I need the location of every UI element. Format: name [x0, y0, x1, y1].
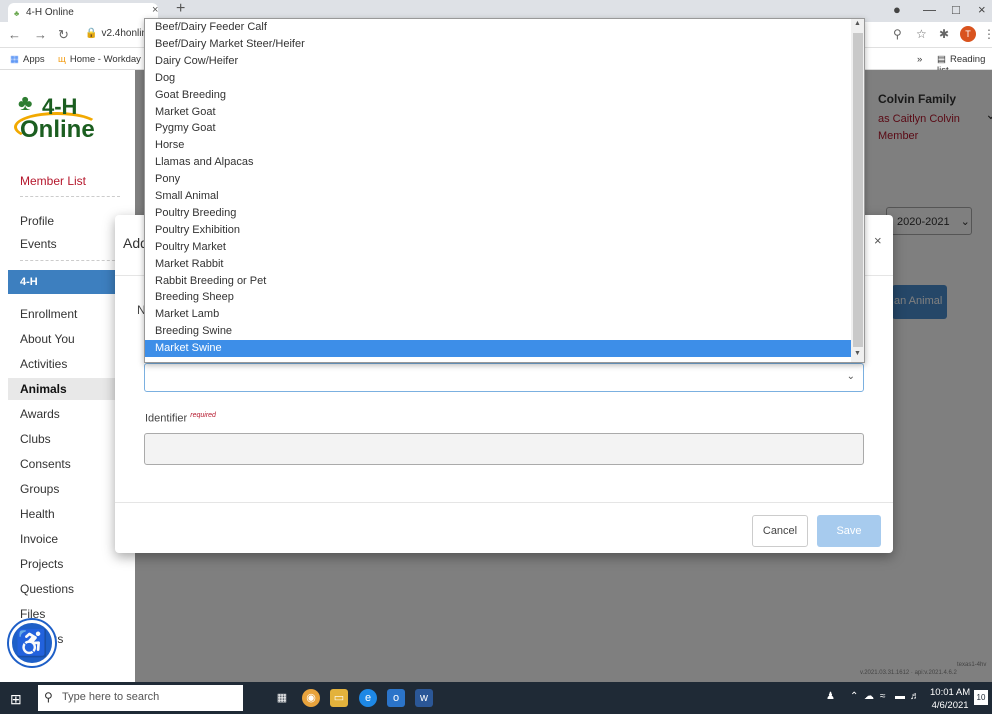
dropdown-option[interactable]: Market Lamb [145, 306, 851, 323]
dropdown-option[interactable]: Beef/Dairy Feeder Calf [145, 19, 851, 36]
sidebar-item-profile[interactable]: Profile [20, 214, 54, 228]
taskbar-search[interactable]: ⚲ Type here to search [38, 685, 243, 711]
windows-start-icon[interactable]: ⊞ [10, 691, 22, 708]
dropdown-option[interactable]: Dairy Cow/Heifer [145, 53, 851, 70]
sidebar-item-health[interactable]: Health [20, 507, 55, 521]
sidebar-item-files[interactable]: Files [20, 607, 45, 621]
tab-title: 4-H Online [26, 7, 74, 18]
identifier-label: Identifier required [145, 412, 216, 425]
dropdown-option[interactable]: Market Swine [145, 340, 851, 358]
dropdown-option[interactable]: Small Animal [145, 188, 851, 205]
search-icon: ⚲ [44, 690, 53, 704]
dropdown-option[interactable]: Market Goat [145, 104, 851, 121]
required-tag: required [190, 412, 216, 419]
reading-list-icon: ▤ [937, 54, 946, 65]
sidebar-item-invoice[interactable]: Invoice [20, 532, 58, 546]
dropdown-option[interactable]: Goat Breeding [145, 87, 851, 104]
scroll-down-icon[interactable]: ▼ [854, 350, 861, 357]
sidebar-item-enrollment[interactable]: Enrollment [20, 307, 77, 321]
sidebar-item-groups[interactable]: Groups [20, 482, 59, 496]
tray-expand-icon[interactable]: ⌃ [850, 691, 858, 702]
scrollbar-thumb[interactable] [853, 33, 863, 347]
dropdown-option[interactable]: Breeding Sheep [145, 289, 851, 306]
dropdown-option[interactable]: Breeding Swine [145, 323, 851, 340]
clover-favicon-icon: ♣ [14, 9, 20, 18]
system-clock[interactable]: 10:01 AM 4/6/2021 [930, 686, 970, 712]
dropdown-scrollbar[interactable]: ▲ ▼ [851, 19, 864, 362]
animal-type-dropdown-list[interactable]: Beef/Dairy Feeder Calf Beef/Dairy Market … [144, 18, 865, 363]
forward-icon[interactable]: → [34, 27, 47, 42]
dropdown-option[interactable]: Poultry Breeding [145, 205, 851, 222]
dropdown-option[interactable]: Market Rabbit [145, 256, 851, 273]
close-window-icon[interactable]: × [978, 2, 986, 17]
edge-icon[interactable]: e [359, 689, 377, 707]
dropdown-option[interactable]: Llamas and Alpacas [145, 154, 851, 171]
key-icon[interactable]: ⚲ [893, 27, 902, 41]
menu-dots-icon[interactable]: ⋮ [983, 27, 992, 41]
dropdown-option[interactable]: Horse [145, 137, 851, 154]
browser-tab[interactable]: ♣ 4-H Online [8, 3, 158, 22]
sidebar-item-projects[interactable]: Projects [20, 557, 63, 571]
back-icon[interactable]: ← [8, 27, 21, 42]
outlook-icon[interactable]: o [387, 689, 405, 707]
animal-type-select[interactable]: ⌄ [144, 363, 864, 392]
windows-taskbar: ⊞ ⚲ Type here to search ▦ ◉ ▭ e o w ♟ ⌃ … [0, 682, 992, 714]
network-icon[interactable]: ≈ [880, 691, 886, 702]
task-view-icon[interactable]: ▦ [273, 689, 291, 707]
battery-icon[interactable]: ▬ [895, 691, 905, 702]
bookmark-workday[interactable]: щ Home - Workday [58, 54, 141, 65]
dropdown-option[interactable]: Pygmy Goat [145, 120, 851, 137]
divider [20, 196, 120, 197]
clover-icon: ♣ [18, 90, 33, 115]
minimize-icon[interactable]: — [923, 2, 936, 17]
star-icon[interactable]: ☆ [916, 27, 927, 41]
file-explorer-icon[interactable]: ▭ [330, 689, 348, 707]
url-field[interactable]: 🔒 v2.4honline [85, 28, 153, 39]
sidebar-item-questions[interactable]: Questions [20, 582, 74, 596]
workday-icon: щ [58, 54, 66, 65]
sidebar-item-events[interactable]: Events [20, 237, 57, 251]
cancel-button[interactable]: Cancel [752, 515, 808, 547]
dropdown-option[interactable]: Beef/Dairy Market Steer/Heifer [145, 36, 851, 53]
dropdown-option[interactable]: Dog [145, 70, 851, 87]
volume-icon[interactable]: ♬ [910, 691, 920, 702]
identifier-input[interactable] [144, 433, 864, 465]
chevron-down-icon: ⌄ [846, 371, 855, 382]
bookmark-apps[interactable]: ▦ Apps [10, 54, 45, 65]
4h-online-logo: ♣ 4-H Online [12, 88, 102, 148]
close-icon[interactable]: × [874, 233, 882, 248]
close-tab-icon[interactable]: × [152, 4, 158, 16]
word-icon[interactable]: w [415, 689, 433, 707]
profile-avatar[interactable]: T [960, 26, 976, 42]
chrome-icon[interactable]: ◉ [302, 689, 320, 707]
dropdown-option[interactable]: Rabbit Breeding or Pet [145, 273, 851, 290]
new-tab-icon[interactable]: + [176, 0, 185, 18]
scroll-up-icon[interactable]: ▲ [854, 20, 861, 27]
accessibility-icon[interactable]: ♿ [9, 620, 55, 666]
member-list-link[interactable]: Member List [20, 174, 86, 188]
sidebar-item-awards[interactable]: Awards [20, 407, 60, 421]
reload-icon[interactable]: ↻ [58, 27, 69, 43]
dropdown-option[interactable]: Poultry Exhibition [145, 222, 851, 239]
sidebar-item-clubs[interactable]: Clubs [20, 432, 51, 446]
restore-icon[interactable]: □ [952, 2, 960, 17]
apps-grid-icon: ▦ [10, 54, 19, 65]
save-button[interactable]: Save [817, 515, 881, 547]
bookmarks-overflow-icon[interactable]: » [917, 54, 922, 65]
people-icon[interactable]: ♟ [826, 691, 835, 702]
dropdown-option[interactable]: Pony [145, 171, 851, 188]
sidebar-item-consents[interactable]: Consents [20, 457, 71, 471]
onedrive-icon[interactable]: ☁ [864, 691, 874, 702]
extensions-icon[interactable]: ✱ [939, 27, 949, 41]
sidebar-item-activities[interactable]: Activities [20, 357, 67, 371]
divider [115, 502, 893, 503]
sidebar-item-about-you[interactable]: About You [20, 332, 75, 346]
divider [20, 260, 120, 261]
notification-icon[interactable]: 10 [974, 690, 988, 705]
lock-icon: 🔒 [85, 28, 98, 39]
dropdown-option[interactable]: Poultry Market [145, 239, 851, 256]
media-icon[interactable]: ● [893, 2, 901, 17]
